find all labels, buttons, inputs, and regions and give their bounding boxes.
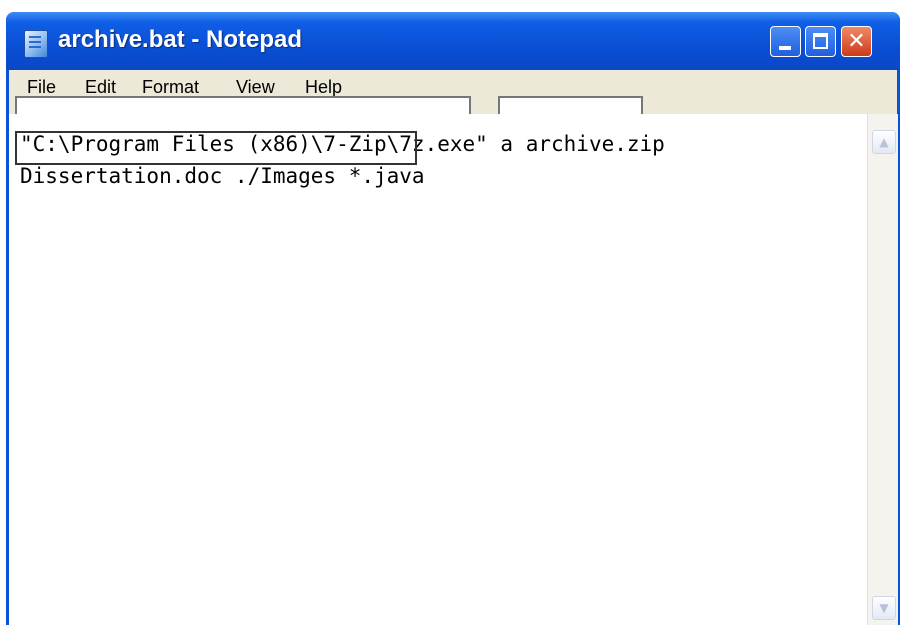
notepad-icon — [24, 30, 48, 58]
chevron-down-icon: ▼ — [879, 601, 889, 615]
scroll-up-button[interactable]: ▲ — [872, 130, 896, 154]
minimize-button[interactable] — [770, 26, 801, 57]
menu-bar: File Edit Format View Help — [9, 70, 897, 122]
maximize-button[interactable] — [805, 26, 836, 57]
client-area: File Edit Format View Help "C:\Program F… — [9, 70, 898, 625]
annotation-box — [15, 131, 417, 165]
window-title: archive.bat - Notepad — [58, 26, 303, 53]
minimize-icon — [779, 46, 791, 50]
title-bar[interactable]: archive.bat - Notepad ✕ — [6, 12, 900, 70]
menu-format[interactable]: Format — [142, 76, 199, 98]
text-editor[interactable]: "C:\Program Files (x86)\7-Zip\7z.exe" a … — [9, 114, 867, 625]
maximize-icon — [813, 33, 828, 49]
close-button[interactable]: ✕ — [841, 26, 872, 57]
menu-view[interactable]: View — [236, 76, 275, 98]
chevron-up-icon: ▲ — [879, 135, 889, 149]
vertical-scrollbar[interactable]: ▲ ▼ — [867, 114, 898, 625]
notepad-window: archive.bat - Notepad ✕ File Edit Format… — [6, 12, 900, 625]
menu-edit[interactable]: Edit — [85, 76, 116, 98]
editor-line-2: Dissertation.doc ./Images *.java — [20, 164, 425, 188]
scroll-down-button[interactable]: ▼ — [872, 596, 896, 620]
close-icon: ✕ — [847, 29, 866, 54]
menu-file[interactable]: File — [27, 76, 56, 98]
menu-help[interactable]: Help — [305, 76, 342, 98]
